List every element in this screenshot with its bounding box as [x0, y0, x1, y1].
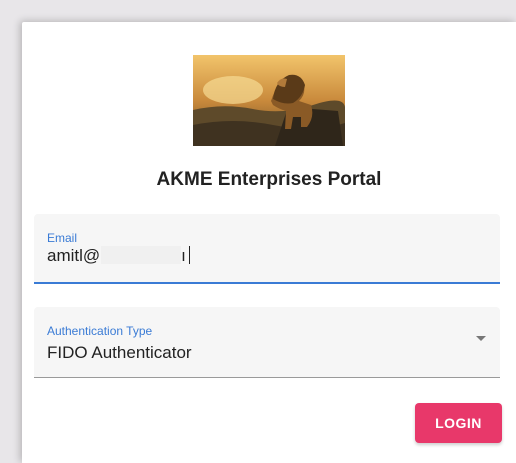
email-value-suffix: ı: [181, 246, 186, 265]
authentication-type-select[interactable]: Authentication Type FIDO Authenticator: [34, 307, 500, 378]
login-button[interactable]: LOGIN: [415, 403, 502, 443]
authentication-type-value: FIDO Authenticator: [47, 343, 192, 362]
email-label: Email: [47, 231, 78, 245]
email-field[interactable]: Email amitl@ ı: [34, 214, 500, 284]
redacted-block: [101, 246, 182, 264]
login-card: AKME Enterprises Portal Email amitl@ ı Au…: [22, 22, 516, 463]
lion-logo-image: [193, 55, 345, 146]
email-input[interactable]: amitl@ ı: [47, 246, 190, 266]
text-cursor: [188, 246, 190, 264]
email-value: amitl@: [47, 246, 101, 265]
dropdown-arrow-icon[interactable]: [476, 336, 486, 341]
page-title: AKME Enterprises Portal: [156, 169, 382, 190]
authentication-type-label: Authentication Type: [47, 324, 153, 338]
